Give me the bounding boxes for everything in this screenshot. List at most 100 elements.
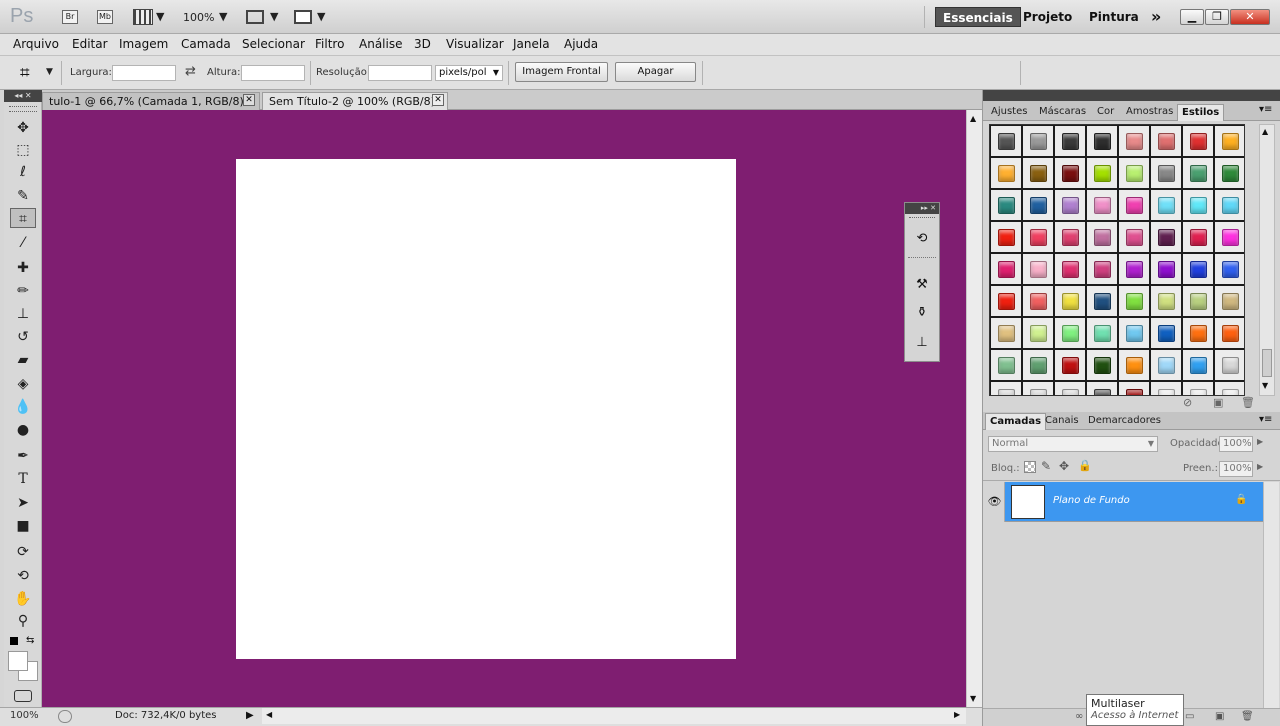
style-swatch[interactable]: [1086, 317, 1118, 349]
arrange-documents-icon[interactable]: [246, 10, 264, 24]
style-swatch[interactable]: [1150, 253, 1182, 285]
new-group-icon[interactable]: ▭: [1185, 711, 1194, 722]
menu-arquivo[interactable]: Arquivo: [13, 37, 59, 51]
style-swatch[interactable]: [1022, 157, 1054, 189]
style-swatch[interactable]: [1150, 221, 1182, 253]
style-swatch[interactable]: [1022, 381, 1054, 395]
scroll-down-icon[interactable]: ▼: [970, 694, 976, 703]
style-swatch[interactable]: [1214, 125, 1244, 157]
style-swatch[interactable]: [1118, 157, 1150, 189]
style-swatch[interactable]: [1022, 317, 1054, 349]
menu-camada[interactable]: Camada: [181, 37, 231, 51]
history-panel-icon[interactable]: ⟲: [908, 227, 936, 251]
style-swatch[interactable]: [990, 253, 1022, 285]
styles-scroll-thumb[interactable]: [1262, 349, 1272, 377]
style-swatch[interactable]: [1054, 317, 1086, 349]
screen-mode-dropdown-icon[interactable]: ▼: [317, 10, 325, 23]
style-swatch[interactable]: [990, 285, 1022, 317]
new-layer-icon[interactable]: ▣: [1215, 711, 1224, 722]
close-window-button[interactable]: ✕: [1230, 9, 1270, 25]
style-swatch[interactable]: [1054, 157, 1086, 189]
style-swatch[interactable]: [1150, 381, 1182, 395]
layer-visibility-eye-icon[interactable]: 👁: [985, 482, 1005, 522]
zoom-level[interactable]: 100%: [183, 11, 214, 24]
style-swatch[interactable]: [1086, 125, 1118, 157]
style-swatch[interactable]: [1118, 125, 1150, 157]
crop-tool-icon[interactable]: ⌗: [10, 208, 36, 228]
menu-3d[interactable]: 3D: [414, 37, 431, 51]
status-info-icon[interactable]: [58, 710, 72, 723]
layers-scrollbar[interactable]: [1263, 482, 1279, 708]
fill-input[interactable]: 100%: [1219, 461, 1253, 477]
delete-layer-icon[interactable]: 🗑: [1241, 711, 1254, 722]
altura-input[interactable]: [241, 65, 305, 81]
style-swatch[interactable]: [1214, 317, 1244, 349]
3d-orbit-tool-icon[interactable]: ⟲: [10, 566, 36, 586]
scroll-right-icon[interactable]: ▶: [954, 710, 960, 719]
largura-input[interactable]: [112, 65, 176, 81]
tab-canais[interactable]: Canais: [1041, 413, 1083, 430]
type-tool-icon[interactable]: T: [10, 469, 36, 489]
history-brush-tool-icon[interactable]: ↺: [10, 327, 36, 347]
styles-scroll-up-icon[interactable]: ▲: [1262, 127, 1268, 136]
default-colors-icon[interactable]: [10, 637, 18, 645]
workspace-projeto[interactable]: Projeto: [1016, 7, 1079, 27]
opacity-input[interactable]: 100%: [1219, 436, 1253, 452]
resolucao-input[interactable]: [368, 65, 432, 81]
lock-image-icon[interactable]: ✎: [1041, 459, 1051, 473]
style-swatch[interactable]: [1214, 157, 1244, 189]
style-swatch[interactable]: [1150, 157, 1182, 189]
move-tool-icon[interactable]: ✥: [10, 118, 36, 138]
menu-analise[interactable]: Análise: [359, 37, 402, 51]
link-layers-icon[interactable]: ∞: [1075, 711, 1083, 722]
vertical-scrollbar[interactable]: ▲ ▼: [966, 110, 982, 707]
3d-rotate-tool-icon[interactable]: ⟳: [10, 542, 36, 562]
foreground-color-swatch[interactable]: [8, 651, 28, 671]
style-swatch[interactable]: [1182, 381, 1214, 395]
resolution-unit-select[interactable]: pixels/pol ▼: [435, 65, 503, 81]
close-tab-1-icon[interactable]: ✕: [243, 94, 255, 106]
style-swatch[interactable]: [1086, 221, 1118, 253]
pen-tool-icon[interactable]: ✒: [10, 446, 36, 466]
arrange-dropdown-icon[interactable]: ▼: [270, 10, 278, 23]
style-swatch[interactable]: [1054, 253, 1086, 285]
menu-janela[interactable]: Janela: [513, 37, 550, 51]
style-swatch[interactable]: [990, 157, 1022, 189]
tab-amostras[interactable]: Amostras: [1122, 104, 1177, 121]
style-swatch[interactable]: [990, 349, 1022, 381]
style-swatch[interactable]: [1086, 349, 1118, 381]
style-swatch[interactable]: [1054, 221, 1086, 253]
new-style-icon[interactable]: ▣: [1213, 396, 1223, 409]
clone-source-icon[interactable]: ⊥: [908, 331, 936, 355]
view-extras-dropdown-icon[interactable]: ▼: [156, 10, 164, 23]
swap-dimensions-icon[interactable]: ⇄: [185, 64, 196, 79]
scroll-up-icon[interactable]: ▲: [970, 114, 976, 123]
style-swatch[interactable]: [1214, 381, 1244, 395]
styles-scrollbar[interactable]: ▲ ▼: [1259, 124, 1275, 396]
style-swatch[interactable]: [1022, 189, 1054, 221]
style-swatch[interactable]: [1086, 157, 1118, 189]
shape-tool-icon[interactable]: ■: [10, 516, 36, 536]
tab-camadas[interactable]: Camadas: [985, 413, 1047, 430]
horizontal-scrollbar[interactable]: ◀ ▶: [262, 708, 966, 724]
brush-presets-icon[interactable]: ⚒: [908, 273, 936, 297]
tab-ajustes[interactable]: Ajustes: [987, 104, 1031, 121]
style-swatch[interactable]: [990, 221, 1022, 253]
style-swatch[interactable]: [1086, 189, 1118, 221]
swap-colors-icon[interactable]: ⇆: [26, 635, 34, 646]
style-swatch[interactable]: [1086, 253, 1118, 285]
style-swatch[interactable]: [1118, 189, 1150, 221]
style-swatch[interactable]: [1182, 349, 1214, 381]
style-swatch[interactable]: [1054, 381, 1086, 395]
tab-demarcadores[interactable]: Demarcadores: [1084, 413, 1165, 430]
style-swatch[interactable]: [1150, 285, 1182, 317]
layers-panel-menu-icon[interactable]: ▾≡: [1259, 414, 1272, 425]
tab-cor[interactable]: Cor: [1093, 104, 1118, 121]
tab-mascaras[interactable]: Máscaras: [1035, 104, 1090, 121]
toolbar-header[interactable]: ◂◂ ✕: [4, 90, 42, 102]
style-swatch[interactable]: [1118, 317, 1150, 349]
minimize-button[interactable]: ▁: [1180, 9, 1204, 25]
tab-document-2[interactable]: Sem Título-2 @ 100% (RGB/8): [262, 92, 448, 110]
more-workspaces-icon[interactable]: »: [1144, 7, 1168, 27]
status-menu-icon[interactable]: ▶: [246, 710, 254, 721]
